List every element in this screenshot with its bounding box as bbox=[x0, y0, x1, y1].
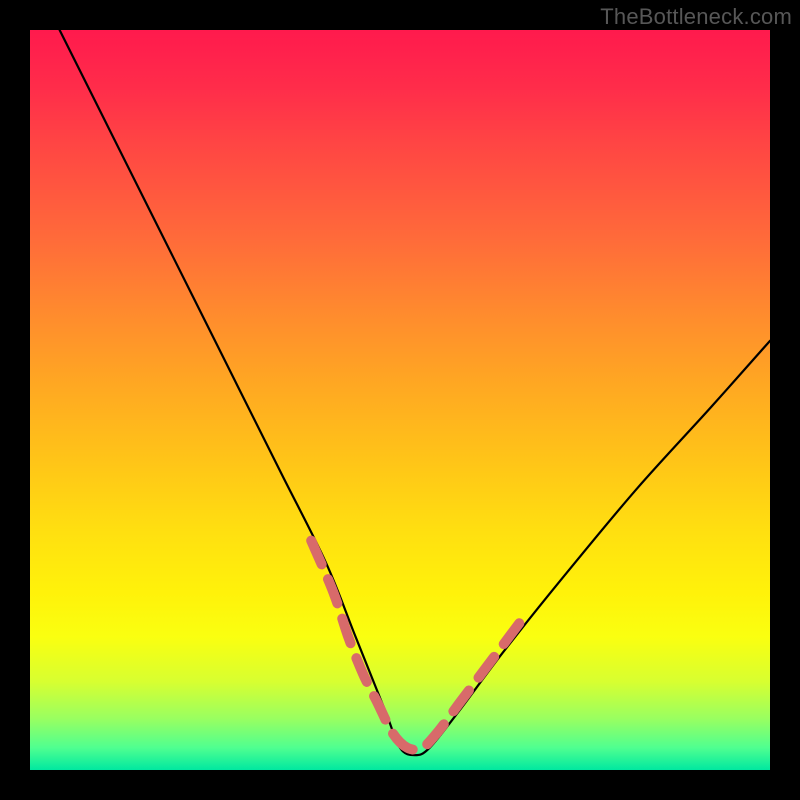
highlight-dash-path bbox=[311, 541, 526, 750]
bottleneck-curve-path bbox=[60, 30, 770, 755]
plot-area bbox=[30, 30, 770, 770]
chart-svg bbox=[30, 30, 770, 770]
outer-frame: TheBottleneck.com bbox=[0, 0, 800, 800]
watermark-text: TheBottleneck.com bbox=[600, 4, 792, 30]
